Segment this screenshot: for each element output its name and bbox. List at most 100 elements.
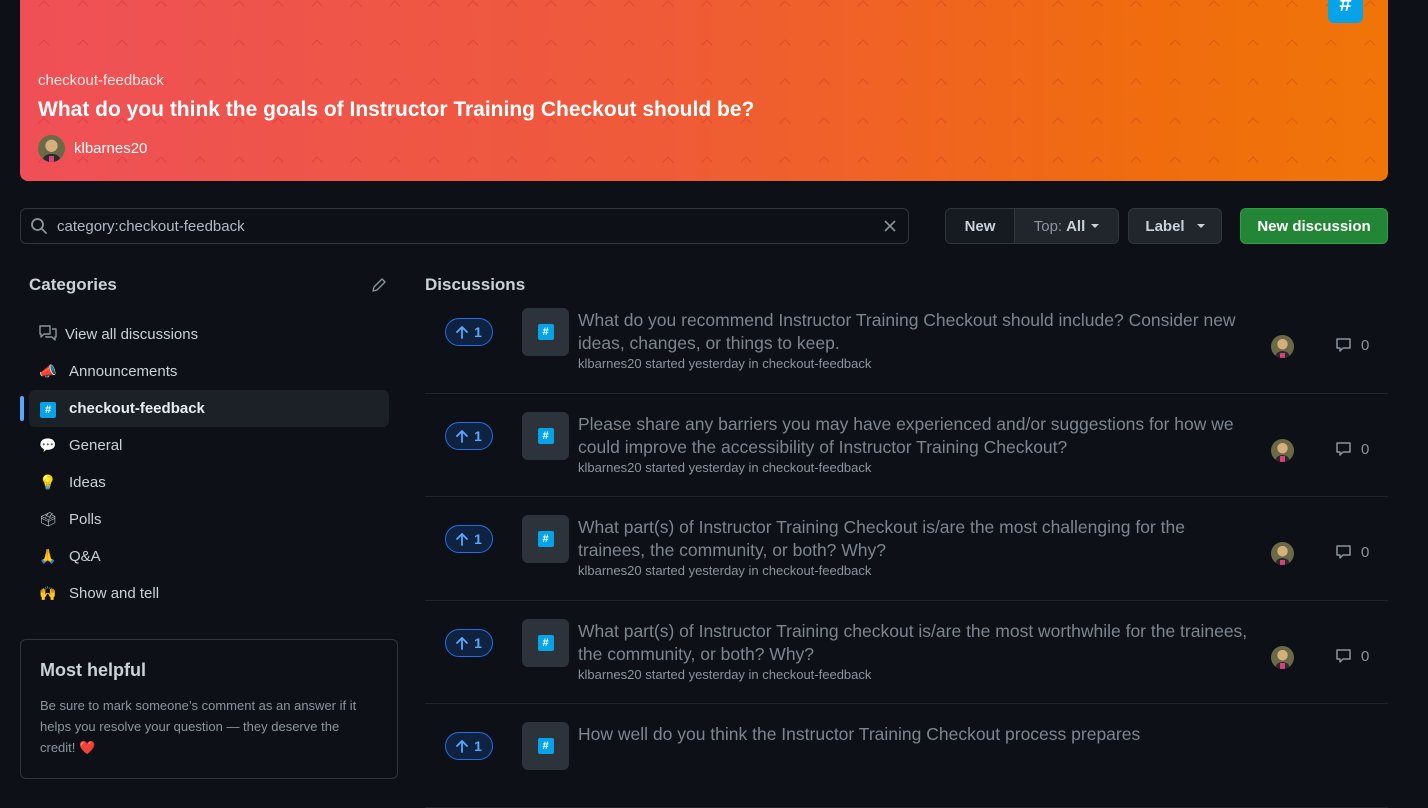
pattern-caret: [389, 78, 401, 90]
pattern-caret: [428, 78, 440, 90]
pattern-caret: [467, 156, 479, 168]
comment-count-value: 0: [1361, 337, 1370, 354]
pattern-caret: [272, 156, 284, 168]
pattern-caret: [1013, 117, 1025, 129]
avatar[interactable]: [1271, 335, 1294, 358]
pattern-caret: [584, 39, 596, 51]
upvote-count: 1: [474, 634, 482, 651]
pattern-caret: [1208, 39, 1220, 51]
upvote-button[interactable]: 1: [445, 318, 493, 346]
pattern-caret: [194, 78, 206, 90]
pattern-caret: [77, 0, 89, 12]
pattern-caret: [233, 78, 245, 90]
hash-icon: #: [537, 634, 554, 651]
new-discussion-button[interactable]: New discussion: [1240, 208, 1388, 244]
pattern-caret: [1208, 156, 1220, 168]
arrow-up-icon: [456, 740, 468, 753]
category-icon: #: [522, 411, 569, 460]
pattern-caret: [545, 0, 557, 12]
pattern-caret: [1325, 39, 1337, 51]
label-filter-button[interactable]: Label: [1128, 208, 1222, 244]
banner-title[interactable]: What do you think the goals of Instructo…: [38, 98, 754, 122]
pattern-caret: [662, 39, 674, 51]
pattern-caret: [623, 78, 635, 90]
pattern-caret: [701, 0, 713, 12]
author-name[interactable]: klbarnes20: [74, 140, 147, 157]
banner-author[interactable]: klbarnes20: [38, 135, 147, 162]
pattern-caret: [1286, 0, 1298, 12]
pattern-caret: [233, 156, 245, 168]
sort-new-button[interactable]: New: [946, 209, 1015, 243]
pattern-caret: [545, 39, 557, 51]
sidebar-item-label: Ideas: [69, 474, 106, 491]
comment-icon: [1336, 441, 1351, 456]
pattern-caret: [740, 39, 752, 51]
pattern-caret: [467, 39, 479, 51]
sidebar-item-qa[interactable]: 🙏 Q&A: [29, 538, 389, 575]
pattern-caret: [1013, 39, 1025, 51]
sidebar-item-checkout-feedback[interactable]: # checkout-feedback: [20, 390, 389, 427]
sort-top-label: Top:: [1033, 217, 1063, 235]
discussion-row: 1 # What part(s) of Instructor Training …: [425, 497, 1388, 601]
sidebar-item-ideas[interactable]: 💡 Ideas: [29, 464, 389, 501]
pattern-caret: [155, 156, 167, 168]
sidebar-item-general[interactable]: 💬 General: [29, 427, 389, 464]
discussion-title[interactable]: How well do you think the Instructor Tra…: [578, 723, 1248, 746]
sort-top-button[interactable]: Top: All: [1015, 209, 1118, 243]
avatar[interactable]: [1271, 542, 1294, 565]
sidebar-item-polls[interactable]: 🗳 Polls: [29, 501, 389, 538]
pattern-caret: [38, 0, 50, 12]
pattern-caret: [1364, 0, 1376, 12]
discussion-title[interactable]: What do you recommend Instructor Trainin…: [578, 309, 1248, 355]
banner-category: checkout-feedback: [38, 72, 164, 89]
sidebar-item-view-all[interactable]: View all discussions: [29, 316, 389, 353]
upvote-button[interactable]: 1: [445, 732, 493, 760]
comment-icon: [1336, 648, 1351, 663]
discussion-title[interactable]: What part(s) of Instructor Training chec…: [578, 620, 1248, 666]
pattern-caret: [545, 156, 557, 168]
pattern-caret: [350, 78, 362, 90]
pattern-caret: [857, 0, 869, 12]
pattern-caret: [896, 156, 908, 168]
pattern-caret: [467, 78, 479, 90]
pattern-caret: [194, 39, 206, 51]
sidebar-item-show-and-tell[interactable]: 🙌 Show and tell: [29, 575, 389, 612]
avatar[interactable]: [38, 135, 65, 162]
pattern-caret: [1013, 0, 1025, 12]
discussion-content: What do you recommend Instructor Trainin…: [578, 309, 1248, 371]
comment-count[interactable]: 0: [1335, 441, 1369, 458]
pencil-icon[interactable]: [370, 276, 388, 294]
upvote-button[interactable]: 1: [445, 525, 493, 553]
sidebar-item-label: View all discussions: [65, 326, 199, 343]
discussion-title[interactable]: What part(s) of Instructor Training Chec…: [578, 516, 1248, 562]
pattern-caret: [1286, 117, 1298, 129]
avatar[interactable]: [1271, 645, 1294, 669]
pattern-caret: [818, 39, 830, 51]
upvote-button[interactable]: 1: [445, 421, 493, 450]
search-input[interactable]: [57, 217, 872, 235]
pattern-caret: [350, 39, 362, 51]
sidebar-item-label: General: [69, 437, 123, 454]
comment-icon: [1336, 338, 1351, 352]
close-icon[interactable]: [872, 209, 908, 243]
comment-count[interactable]: 0: [1335, 337, 1369, 354]
search-bar[interactable]: [20, 208, 909, 244]
most-helpful-text: Be sure to mark someone’s comment as an …: [40, 698, 357, 755]
comment-count[interactable]: 0: [1335, 648, 1369, 665]
pattern-caret: [974, 0, 986, 12]
discussion-title[interactable]: Please share any barriers you may have e…: [578, 413, 1248, 459]
raised-hands-icon: 🙌: [39, 585, 57, 601]
sidebar-item-announcements[interactable]: 📣 Announcements: [29, 353, 389, 390]
pattern-caret: [701, 78, 713, 90]
pattern-caret: [38, 39, 50, 51]
comment-count[interactable]: 0: [1335, 544, 1369, 561]
pattern-caret: [974, 78, 986, 90]
pattern-caret: [467, 0, 479, 12]
pattern-caret: [1364, 156, 1376, 168]
upvote-button[interactable]: 1: [445, 628, 493, 657]
pattern-caret: [272, 78, 284, 90]
pattern-caret: [428, 156, 440, 168]
pattern-caret: [1091, 156, 1103, 168]
avatar[interactable]: [1271, 438, 1294, 462]
speech-bubble-icon: 💬: [39, 437, 57, 453]
